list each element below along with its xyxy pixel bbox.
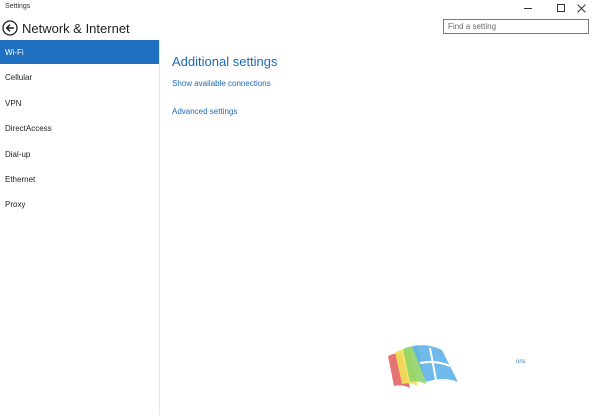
sidebar-item-directaccess[interactable]: DirectAccess xyxy=(0,116,159,140)
minimize-button[interactable] xyxy=(513,0,543,16)
main-content: Additional settings Show available conne… xyxy=(161,40,595,415)
sidebar-item-dial-up[interactable]: Dial-up xyxy=(0,142,159,166)
title-bar[interactable]: Settings xyxy=(0,0,595,16)
sidebar-item-proxy[interactable]: Proxy xyxy=(0,192,159,216)
maximize-icon xyxy=(557,4,565,12)
sidebar-item-label: VPN xyxy=(5,99,22,108)
sidebar-item-label: Dial-up xyxy=(5,150,31,159)
show-available-connections-link[interactable]: Show available connections xyxy=(172,79,271,88)
sidebar-item-label: Proxy xyxy=(5,200,26,209)
sidebar-item-ethernet[interactable]: Ethernet xyxy=(0,167,159,191)
close-button[interactable] xyxy=(566,0,595,16)
section-title: Additional settings xyxy=(172,54,278,69)
search-box[interactable] xyxy=(443,19,589,34)
page-title: Network & Internet xyxy=(22,21,130,36)
back-arrow-icon xyxy=(2,20,18,36)
minimize-icon xyxy=(524,7,532,9)
advanced-settings-link[interactable]: Advanced settings xyxy=(172,107,237,116)
back-button[interactable] xyxy=(2,20,18,36)
watermark-text: ons xyxy=(516,359,526,365)
sidebar-item-label: Ethernet xyxy=(5,175,36,184)
sidebar-item-label: Cellular xyxy=(5,73,33,82)
sidebar-item-vpn[interactable]: VPN xyxy=(0,91,159,115)
sidebar-item-cellular[interactable]: Cellular xyxy=(0,65,159,89)
sidebar-item-label: DirectAccess xyxy=(5,124,52,133)
sidebar-item-wifi[interactable]: Wi-Fi xyxy=(0,40,159,64)
watermark-logo xyxy=(386,344,466,392)
page-header: Network & Internet xyxy=(0,16,595,40)
sidebar-item-label: Wi-Fi xyxy=(5,48,24,57)
sidebar: Wi-Fi Cellular VPN DirectAccess Dial-up … xyxy=(0,40,160,415)
search-input[interactable] xyxy=(444,20,588,33)
window-title: Settings xyxy=(5,3,31,10)
close-icon xyxy=(577,4,586,13)
settings-window: Settings Network & Internet Wi-Fi Cellul… xyxy=(0,0,595,415)
